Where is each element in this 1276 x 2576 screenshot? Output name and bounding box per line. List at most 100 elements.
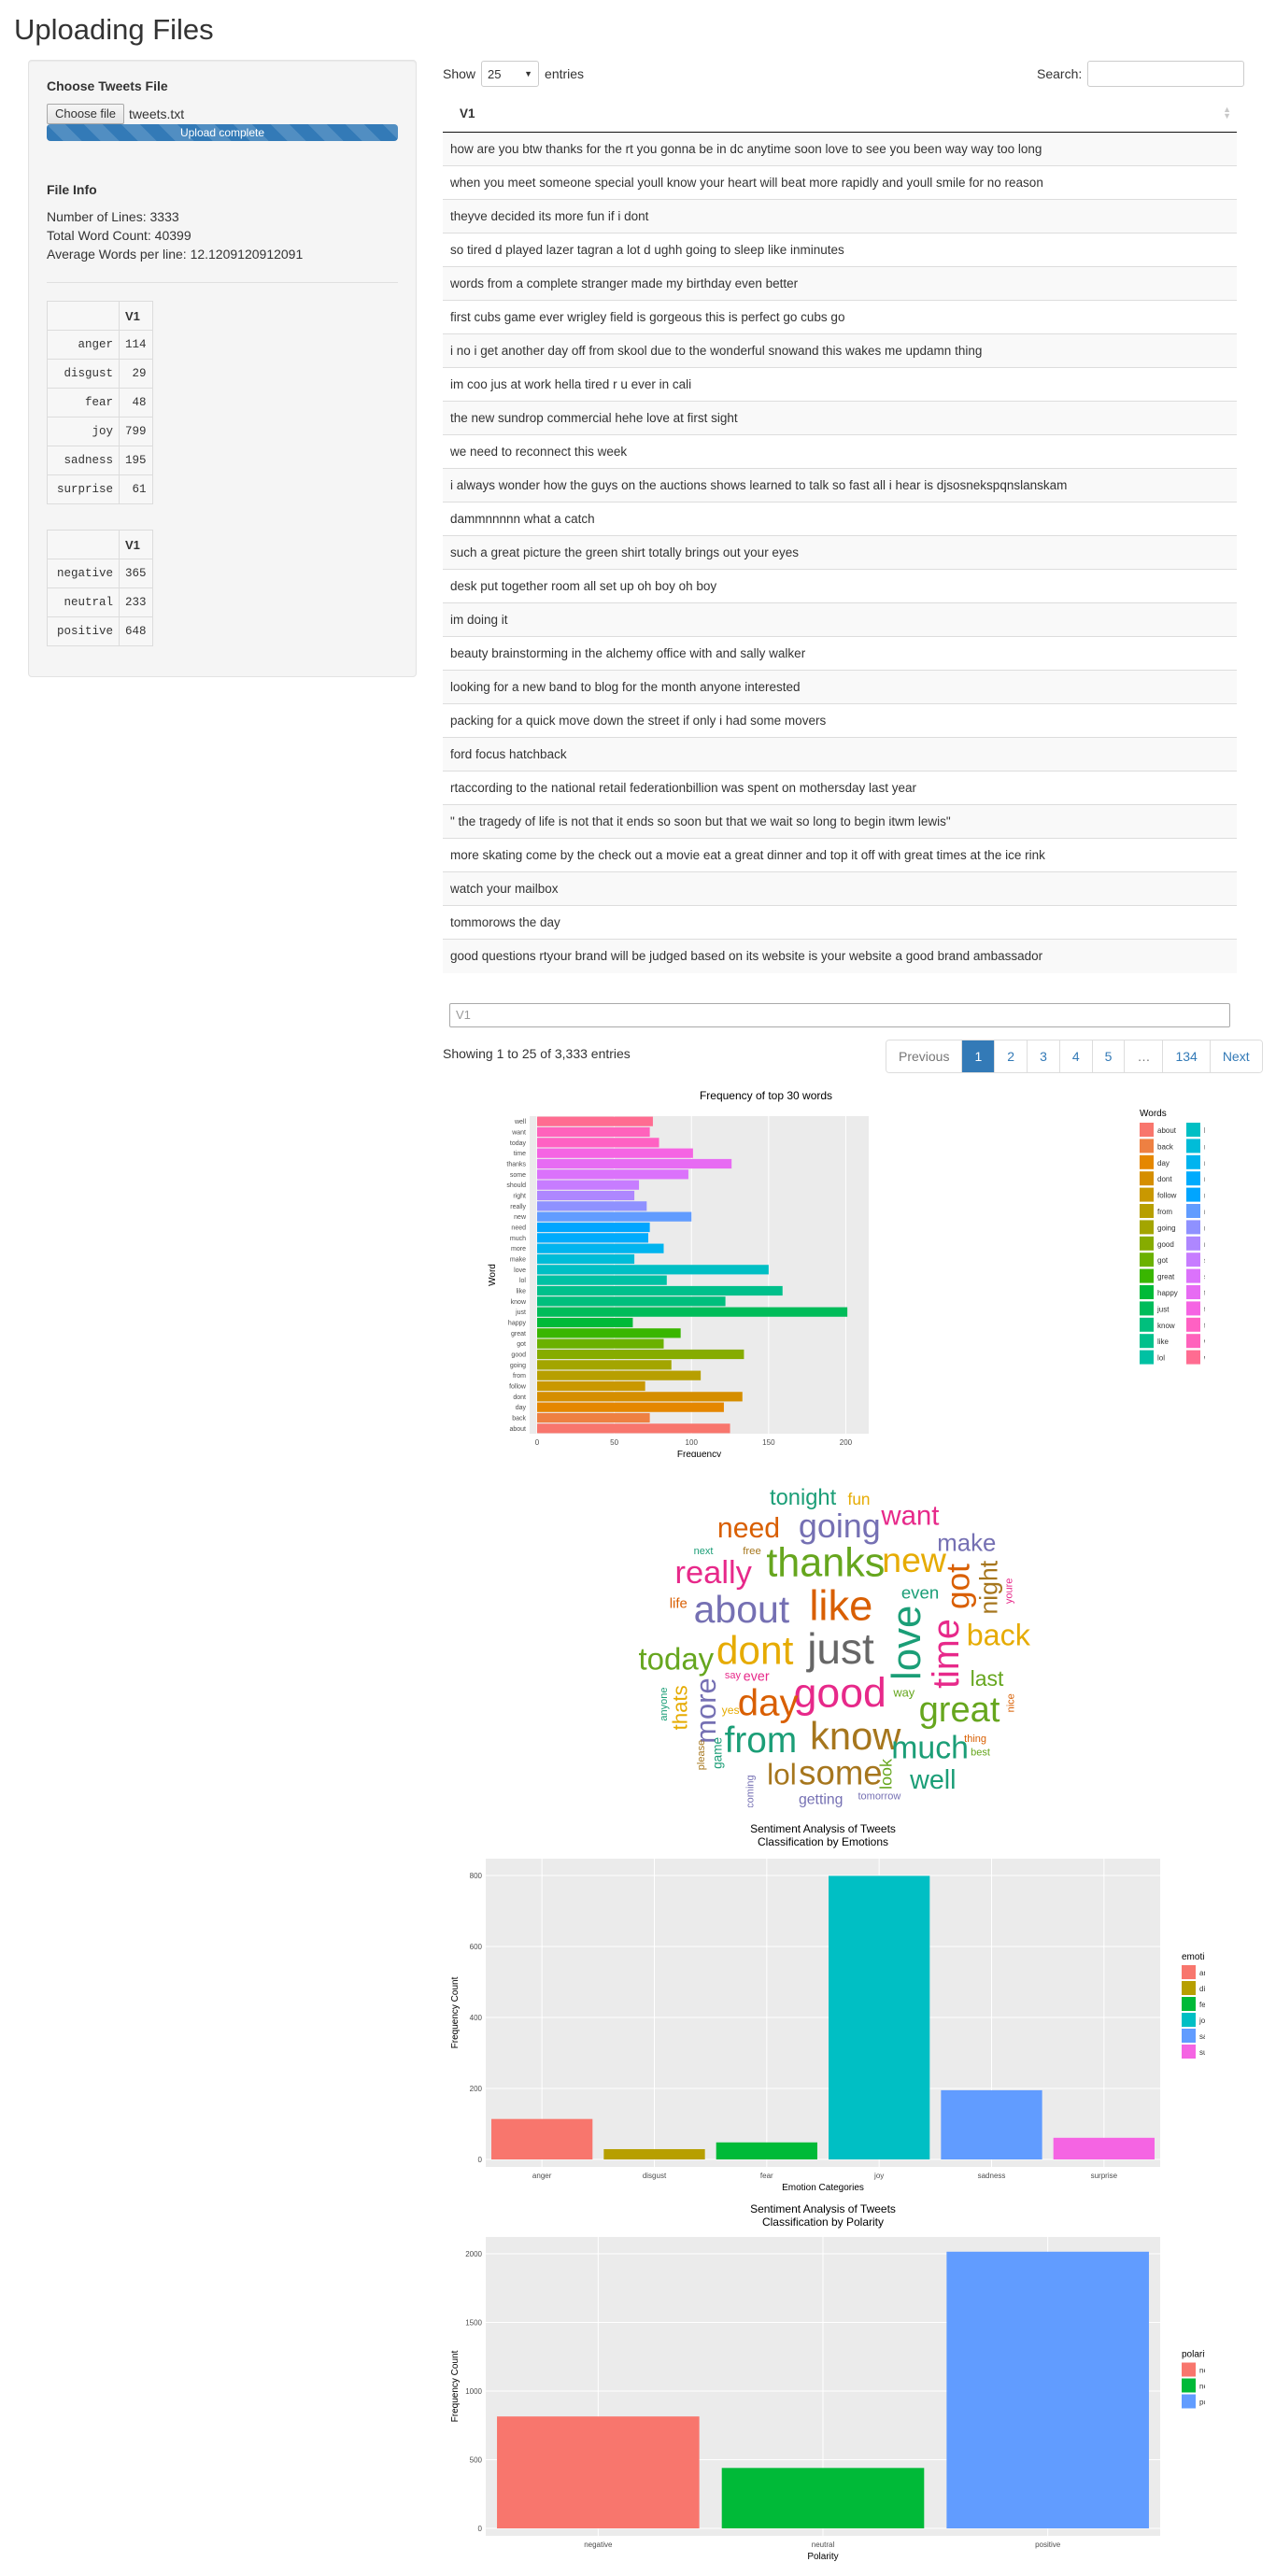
- legend-key-disgust: [1182, 1981, 1196, 1995]
- choose-file-button[interactable]: Choose file: [47, 104, 125, 124]
- tweet-cell: dammnnnnn what a catch: [443, 502, 1237, 536]
- column-header-v1[interactable]: V1 ▲ ▼: [443, 94, 1237, 133]
- table-row[interactable]: such a great picture the green shirt tot…: [443, 535, 1237, 570]
- table-row[interactable]: more skating come by the check out a mov…: [443, 838, 1237, 872]
- page-button-134[interactable]: 134: [1162, 1040, 1210, 1072]
- table-row[interactable]: the new sundrop commercial hehe love at …: [443, 401, 1237, 435]
- cloud-word: last: [971, 1666, 1004, 1691]
- table-row[interactable]: theyve decided its more fun if i dont: [443, 199, 1237, 234]
- bar-today: [537, 1138, 659, 1148]
- legend-key-like: [1140, 1334, 1154, 1349]
- table-corner: [47, 301, 120, 331]
- table-row[interactable]: how are you btw thanks for the rt you go…: [443, 132, 1237, 166]
- pagination: Previous 1 2 3 4 5… 134 Next: [886, 1040, 1263, 1073]
- table-row[interactable]: rtaccording to the national retail feder…: [443, 771, 1237, 805]
- x-tick-label: negative: [584, 2541, 613, 2549]
- y-tick-label: back: [512, 1416, 526, 1422]
- row-value: 29: [119, 359, 153, 389]
- cloud-word: from: [725, 1720, 798, 1761]
- table-row[interactable]: ford focus hatchback: [443, 737, 1237, 771]
- legend-label: today: [1204, 1322, 1205, 1330]
- cloud-word: back: [967, 1619, 1031, 1652]
- table-row[interactable]: good questions rtyour brand will be judg…: [443, 939, 1237, 973]
- legend-key-happy: [1140, 1285, 1154, 1299]
- y-tick-label: much: [510, 1236, 526, 1242]
- emotion-chart: Sentiment Analysis of TweetsClassificati…: [450, 1822, 1205, 2193]
- chart-subtitle: Classification by Polarity: [762, 2215, 884, 2229]
- legend-key-really: [1186, 1220, 1200, 1235]
- number-of-lines: Number of Lines: 3333: [47, 209, 179, 224]
- legend-key-make: [1186, 1139, 1200, 1154]
- cloud-word: today: [638, 1642, 714, 1677]
- table-row[interactable]: looking for a new band to blog for the m…: [443, 670, 1237, 704]
- x-tick-label: joy: [873, 2172, 884, 2180]
- legend-key-dont: [1140, 1171, 1154, 1186]
- table-row[interactable]: i no i get another day off from skool du…: [443, 333, 1237, 368]
- row-label: fear: [47, 388, 120, 418]
- table-header: V1: [119, 301, 153, 331]
- table-row[interactable]: dammnnnnn what a catch: [443, 502, 1237, 536]
- search-input[interactable]: [1087, 61, 1245, 87]
- total-word-count: Total Word Count: 40399: [47, 228, 191, 243]
- upload-progress-fill: Upload complete: [47, 124, 398, 141]
- table-row[interactable]: " the tragedy of life is not that it end…: [443, 804, 1237, 839]
- cloud-word: please: [696, 1740, 707, 1770]
- pagination-ellipsis: …: [1124, 1040, 1163, 1072]
- legend-key-follow: [1140, 1187, 1154, 1202]
- y-tick-label: 400: [470, 2014, 483, 2022]
- previous-page-button[interactable]: Previous: [886, 1040, 962, 1072]
- tweet-cell: how are you btw thanks for the rt you go…: [443, 132, 1237, 166]
- row-label: positive: [47, 616, 120, 646]
- legend-label: know: [1157, 1322, 1175, 1330]
- cloud-word: even: [901, 1582, 939, 1602]
- table-row[interactable]: im coo jus at work hella tired r u ever …: [443, 367, 1237, 402]
- table-row[interactable]: im doing it: [443, 602, 1237, 637]
- legend-label: new: [1204, 1208, 1205, 1216]
- page-button-4[interactable]: 4: [1058, 1040, 1092, 1072]
- y-tick-label: new: [514, 1214, 527, 1221]
- bar-got: [537, 1338, 664, 1349]
- tweet-cell: ford focus hatchback: [443, 737, 1237, 771]
- bar-more: [537, 1243, 664, 1253]
- bar-love: [537, 1265, 769, 1275]
- y-tick-label: lol: [519, 1278, 526, 1284]
- next-page-button[interactable]: Next: [1209, 1040, 1262, 1072]
- x-axis-label: Frequency: [677, 1450, 721, 1457]
- page-button-3[interactable]: 3: [1027, 1040, 1059, 1072]
- x-tick-label: disgust: [643, 2172, 667, 2180]
- tweet-cell: watch your mailbox: [443, 871, 1237, 906]
- bar-anger: [491, 2118, 593, 2159]
- y-tick-label: 1000: [465, 2387, 482, 2396]
- table-row[interactable]: tommorows the day: [443, 905, 1237, 940]
- column-filter-input[interactable]: V1: [449, 1003, 1230, 1027]
- page-button-2[interactable]: 2: [994, 1040, 1028, 1072]
- y-tick-label: happy: [508, 1321, 527, 1327]
- legend-label: sadness: [1199, 2032, 1205, 2041]
- table-row[interactable]: we need to reconnect this week: [443, 434, 1237, 469]
- table-row[interactable]: when you meet someone special youll know…: [443, 165, 1237, 200]
- entries-length-select[interactable]: 25 ▼: [481, 61, 540, 87]
- y-tick-label: great: [511, 1331, 526, 1338]
- y-tick-label: good: [511, 1352, 526, 1359]
- cloud-word: great: [919, 1691, 1000, 1730]
- legend-title: Words: [1140, 1109, 1167, 1119]
- legend-label: some: [1204, 1273, 1205, 1281]
- legend-title: polarity: [1182, 2350, 1205, 2360]
- table-row[interactable]: desk put together room all set up oh boy…: [443, 569, 1237, 603]
- table-row[interactable]: watch your mailbox: [443, 871, 1237, 906]
- page-button-5[interactable]: 5: [1091, 1040, 1125, 1072]
- table-row[interactable]: i always wonder how the guys on the auct…: [443, 468, 1237, 502]
- table-row[interactable]: words from a complete stranger made my b…: [443, 266, 1237, 301]
- cloud-word: best: [971, 1748, 990, 1759]
- tweet-cell: when you meet someone special youll know…: [443, 165, 1237, 200]
- page-button-1[interactable]: 1: [961, 1040, 995, 1072]
- legend-key-today: [1186, 1317, 1200, 1332]
- legend-label: much: [1204, 1175, 1205, 1183]
- table-row[interactable]: so tired d played lazer tagran a lot d u…: [443, 233, 1237, 267]
- table-row[interactable]: packing for a quick move down the street…: [443, 703, 1237, 738]
- x-tick-label: 0: [535, 1438, 540, 1447]
- show-label: Show: [443, 66, 476, 81]
- legend-key-fear: [1182, 1997, 1196, 2011]
- table-row[interactable]: first cubs game ever wrigley field is go…: [443, 300, 1237, 334]
- table-row[interactable]: beauty brainstorming in the alchemy offi…: [443, 636, 1237, 671]
